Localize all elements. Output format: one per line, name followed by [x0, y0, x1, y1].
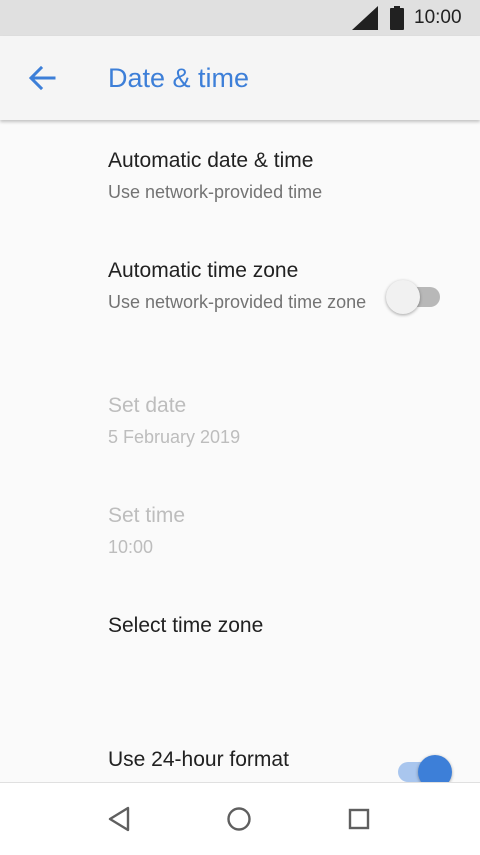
pref-title: Use 24-hour format — [108, 748, 289, 771]
recents-square-icon[interactable] — [343, 803, 375, 835]
pref-title: Set time — [108, 504, 186, 527]
pref-summary: 10:00 — [108, 537, 154, 557]
signal-icon — [352, 6, 378, 30]
status-bar: 10:00 — [0, 0, 480, 36]
preferences-list: Automatic date & time Use network-provid… — [0, 120, 480, 782]
pref-set-time: Set time 10:00 — [0, 480, 480, 590]
back-triangle-icon[interactable] — [104, 803, 136, 835]
page-title: Date & time — [108, 63, 250, 93]
home-circle-icon[interactable] — [223, 803, 255, 835]
pref-title: Automatic date & time — [108, 149, 314, 172]
pref-summary: 5 February 2019 — [108, 427, 241, 447]
pref-title: Select time zone — [108, 614, 264, 637]
pref-title: Set date — [108, 394, 187, 417]
pref-set-date: Set date 5 February 2019 — [0, 370, 480, 480]
pref-automatic-time-zone[interactable]: Automatic time zone Use network-provided… — [0, 230, 480, 340]
use-24-hour-format-switch[interactable] — [398, 755, 454, 782]
switch-thumb — [386, 280, 420, 314]
automatic-time-zone-switch[interactable] — [386, 280, 440, 314]
app-bar: Date & time — [0, 36, 480, 120]
pref-use-24-hour-format[interactable]: Use 24-hour format — [0, 730, 480, 782]
pref-automatic-date-time[interactable]: Automatic date & time Use network-provid… — [0, 120, 480, 230]
pref-summary: Use network-provided time zone — [108, 292, 367, 312]
navigation-bar — [0, 782, 480, 855]
switch-thumb — [418, 755, 452, 782]
back-arrow-icon[interactable] — [24, 60, 60, 96]
pref-title: Automatic time zone — [108, 259, 299, 282]
pref-select-time-zone[interactable]: Select time zone — [0, 590, 480, 700]
status-time: 10:00 — [414, 7, 462, 28]
battery-icon — [390, 6, 404, 30]
pref-summary: Use network-provided time — [108, 182, 323, 202]
